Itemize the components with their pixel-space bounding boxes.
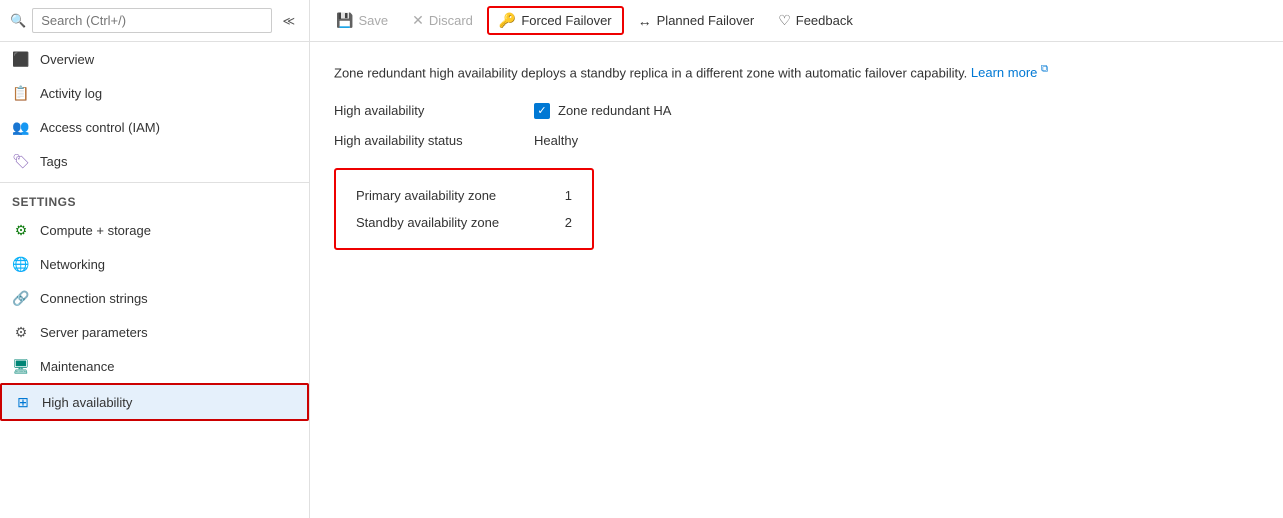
access-control-icon: 👥 [12, 118, 30, 136]
save-button[interactable]: 💾 Save [326, 6, 398, 35]
feedback-label: Feedback [796, 13, 853, 28]
description-body: Zone redundant high availability deploys… [334, 65, 967, 80]
nav-label-activity-log: Activity log [40, 86, 102, 101]
content-area: Zone redundant high availability deploys… [310, 42, 1283, 518]
nav-connection-strings[interactable]: 🔗 Connection strings [0, 281, 309, 315]
maintenance-icon: 🖥 [12, 357, 30, 375]
external-link-icon: ⧉ [1041, 64, 1048, 75]
ha-value-group: ✓ Zone redundant HA [534, 103, 671, 119]
settings-section-label: Settings [0, 182, 309, 213]
standby-zone-row: Standby availability zone 2 [356, 209, 572, 236]
primary-zone-value: 1 [565, 188, 572, 203]
forced-failover-icon: 🔑 [499, 12, 516, 29]
nav-label-server-parameters: Server parameters [40, 325, 148, 340]
discard-icon: ✕ [412, 12, 424, 29]
planned-failover-button[interactable]: ↔ Planned Failover [628, 7, 765, 35]
nav-high-availability[interactable]: ⊞ High availability [0, 383, 309, 421]
nav-label-high-availability: High availability [42, 395, 132, 410]
sidebar: 🔍 ≪ ⬛ Overview 📋 Activity log 👥 Access c… [0, 0, 310, 518]
nav-label-access-control: Access control (IAM) [40, 120, 160, 135]
save-label: Save [358, 13, 388, 28]
discard-button[interactable]: ✕ Discard [402, 6, 483, 35]
nav-label-compute-storage: Compute + storage [40, 223, 151, 238]
ha-checkbox[interactable]: ✓ [534, 103, 550, 119]
ha-status-label: High availability status [334, 133, 534, 148]
save-icon: 💾 [336, 12, 353, 29]
ha-label: High availability [334, 103, 534, 118]
nav-tags[interactable]: 🏷 Tags [0, 144, 309, 178]
connection-strings-icon: 🔗 [12, 289, 30, 307]
nav-overview[interactable]: ⬛ Overview [0, 42, 309, 76]
discard-label: Discard [429, 13, 473, 28]
nav-label-tags: Tags [40, 154, 67, 169]
search-bar: 🔍 ≪ [0, 0, 309, 42]
nav-networking[interactable]: 🌐 Networking [0, 247, 309, 281]
main-panel: 💾 Save ✕ Discard 🔑 Forced Failover ↔ Pla… [310, 0, 1283, 518]
toolbar: 💾 Save ✕ Discard 🔑 Forced Failover ↔ Pla… [310, 0, 1283, 42]
nav-access-control[interactable]: 👥 Access control (IAM) [0, 110, 309, 144]
primary-zone-row: Primary availability zone 1 [356, 182, 572, 209]
planned-failover-icon: ↔ [638, 13, 652, 29]
networking-icon: 🌐 [12, 255, 30, 273]
feedback-icon: ♡ [778, 12, 791, 29]
ha-status-row: High availability status Healthy [334, 133, 1259, 148]
compute-storage-icon: ⚙ [12, 221, 30, 239]
nav-label-overview: Overview [40, 52, 94, 67]
feedback-button[interactable]: ♡ Feedback [768, 6, 863, 35]
nav-maintenance[interactable]: 🖥 Maintenance [0, 349, 309, 383]
forced-failover-label: Forced Failover [521, 13, 611, 28]
high-availability-row: High availability ✓ Zone redundant HA [334, 103, 1259, 119]
standby-zone-label: Standby availability zone [356, 215, 499, 230]
nav-label-maintenance: Maintenance [40, 359, 114, 374]
primary-zone-label: Primary availability zone [356, 188, 496, 203]
nav-compute-storage[interactable]: ⚙ Compute + storage [0, 213, 309, 247]
forced-failover-button[interactable]: 🔑 Forced Failover [487, 6, 624, 35]
availability-zones-box: Primary availability zone 1 Standby avai… [334, 168, 594, 250]
high-availability-icon: ⊞ [14, 393, 32, 411]
nav-server-parameters[interactable]: ⚙ Server parameters [0, 315, 309, 349]
planned-failover-label: Planned Failover [657, 13, 755, 28]
overview-icon: ⬛ [12, 50, 30, 68]
ha-value: Zone redundant HA [558, 103, 671, 118]
ha-status-value: Healthy [534, 133, 578, 148]
nav-activity-log[interactable]: 📋 Activity log [0, 76, 309, 110]
search-icon: 🔍 [10, 13, 26, 29]
nav-label-networking: Networking [40, 257, 105, 272]
description-text: Zone redundant high availability deploys… [334, 62, 1259, 83]
nav-label-connection-strings: Connection strings [40, 291, 148, 306]
activity-log-icon: 📋 [12, 84, 30, 102]
search-input[interactable] [32, 8, 272, 33]
server-parameters-icon: ⚙ [12, 323, 30, 341]
standby-zone-value: 2 [565, 215, 572, 230]
learn-more-label: Learn more [971, 65, 1037, 80]
collapse-button[interactable]: ≪ [278, 12, 299, 30]
tags-icon: 🏷 [12, 152, 30, 170]
learn-more-link[interactable]: Learn more ⧉ [971, 65, 1048, 80]
